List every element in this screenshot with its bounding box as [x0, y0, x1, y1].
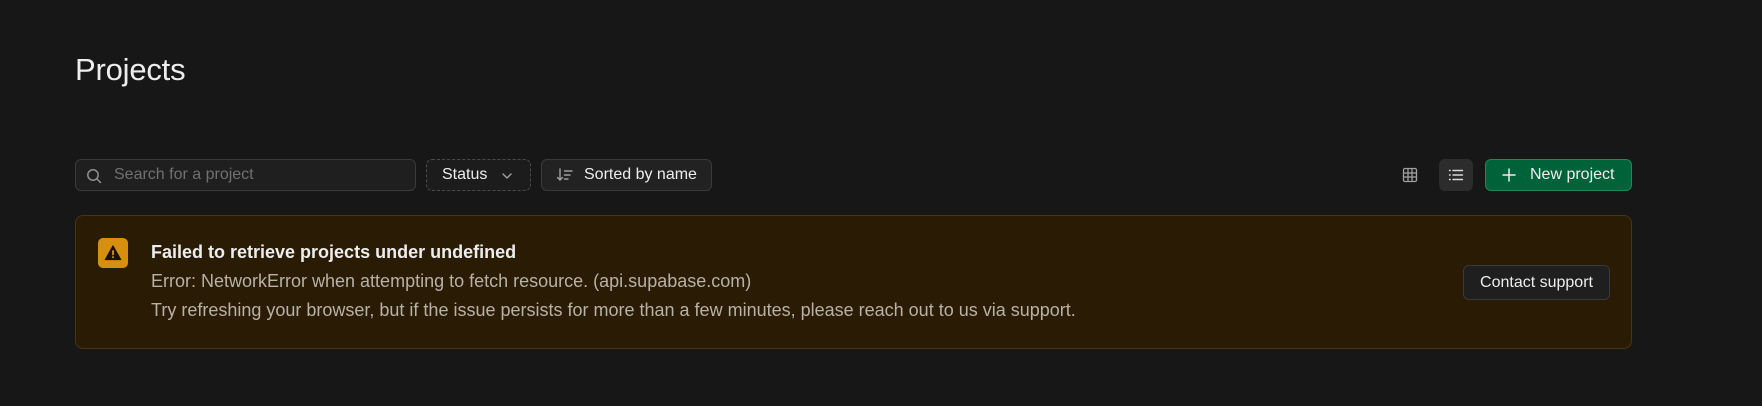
status-filter-button[interactable]: Status	[426, 159, 531, 191]
chevron-down-icon	[502, 173, 512, 179]
grid-icon	[1402, 167, 1418, 183]
alert-help-message: Try refreshing your browser, but if the …	[151, 300, 1076, 320]
new-project-label: New project	[1530, 166, 1615, 183]
projects-page: Projects Status Sorted by name	[0, 0, 1762, 406]
new-project-button[interactable]: New project	[1485, 159, 1632, 191]
sort-icon	[556, 168, 573, 181]
warning-triangle-icon	[104, 245, 122, 261]
search-input[interactable]	[114, 160, 410, 190]
warning-badge	[98, 238, 128, 268]
search-box[interactable]	[75, 159, 416, 191]
plus-icon	[1502, 168, 1516, 182]
page-title: Projects	[75, 52, 186, 87]
sort-label: Sorted by name	[584, 166, 697, 183]
alert-title: Failed to retrieve projects under undefi…	[151, 242, 517, 262]
list-view-button[interactable]	[1439, 159, 1473, 191]
contact-support-button[interactable]: Contact support	[1463, 265, 1610, 300]
alert-error-message: Error: NetworkError when attempting to f…	[151, 271, 752, 291]
sort-button[interactable]: Sorted by name	[541, 159, 712, 191]
list-icon	[1448, 169, 1464, 181]
search-icon	[87, 169, 102, 184]
grid-view-button[interactable]	[1393, 159, 1427, 191]
error-alert: Failed to retrieve projects under undefi…	[75, 215, 1632, 349]
status-filter-label: Status	[442, 166, 488, 183]
projects-toolbar: Status Sorted by name	[75, 159, 1634, 193]
